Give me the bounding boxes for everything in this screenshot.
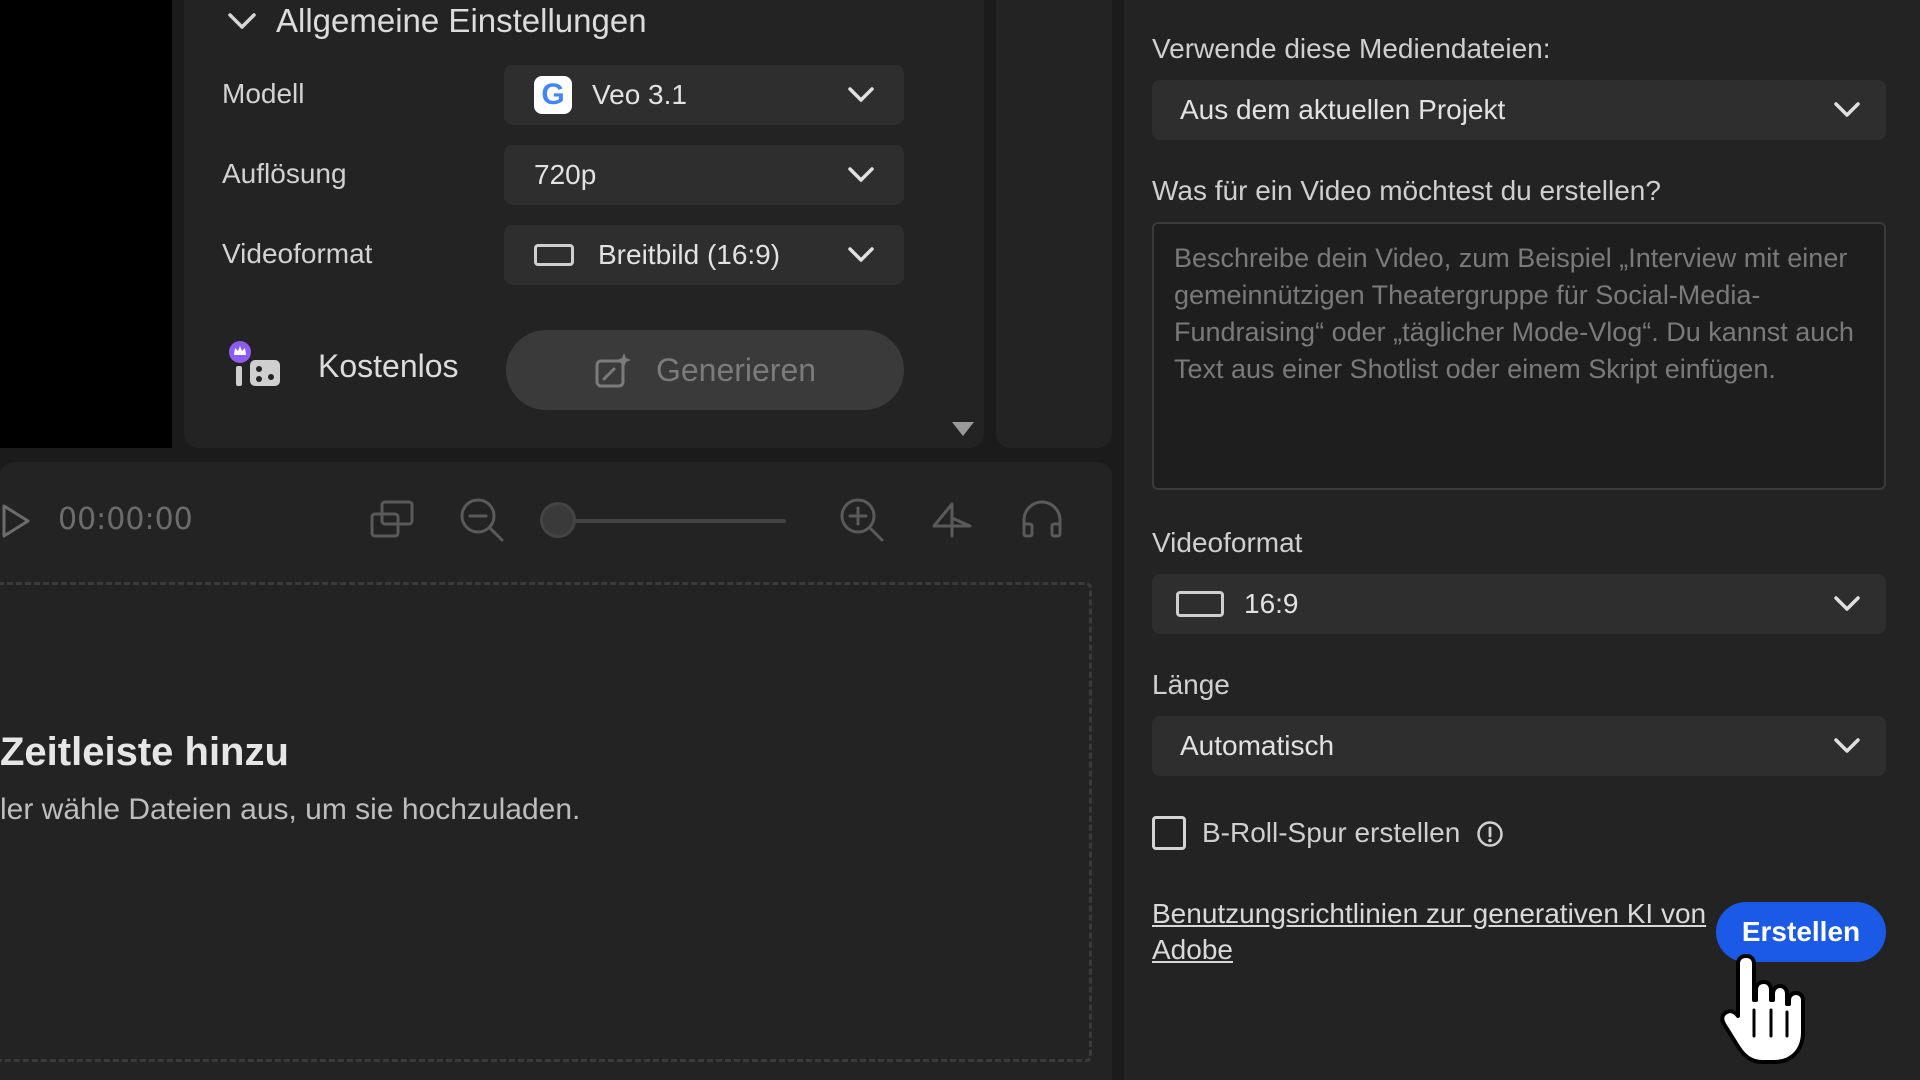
fit-icon[interactable] [368, 498, 416, 542]
video-format-label: Videoformat [1152, 527, 1303, 558]
model-select[interactable]: G Veo 3.1 [504, 65, 904, 125]
video-format-select[interactable]: 16:9 [1152, 574, 1886, 634]
media-source-select[interactable]: Aus dem aktuellen Projekt [1152, 80, 1886, 140]
dropzone-title: Zeitleiste hinzu [0, 730, 289, 774]
format-select[interactable]: Breitbild (16:9) [504, 225, 904, 285]
section-title: Allgemeine Einstellungen [276, 2, 647, 39]
credits-icon [229, 341, 280, 386]
chevron-down-icon [848, 247, 874, 262]
info-icon[interactable] [1476, 820, 1504, 848]
panel-divider [996, 0, 1112, 448]
video-preview [0, 0, 172, 448]
video-format-value: 16:9 [1244, 588, 1299, 619]
format-value: Breitbild (16:9) [598, 239, 781, 270]
zoom-slider-thumb[interactable] [540, 502, 576, 538]
chevron-down-icon [848, 87, 874, 102]
zoom-slider-track[interactable] [560, 519, 786, 523]
scroll-down-arrow[interactable] [950, 420, 976, 438]
credits-label: Kostenlos [318, 348, 459, 384]
chevron-down-icon [848, 167, 874, 182]
media-source-value: Aus dem aktuellen Projekt [1180, 94, 1506, 125]
broll-checkbox[interactable] [1152, 816, 1186, 850]
generate-label: Generieren [655, 351, 817, 388]
snap-icon[interactable] [928, 496, 976, 544]
zoom-out-icon[interactable] [458, 496, 506, 544]
prompt-label: Was für ein Video möchtest du erstellen? [1152, 175, 1661, 206]
zoom-in-icon[interactable] [838, 496, 886, 544]
dropzone-subtitle: ler wähle Dateien aus, um sie hochzulade… [0, 793, 581, 826]
generate-button[interactable]: Generieren [506, 330, 904, 410]
length-select[interactable]: Automatisch [1152, 716, 1886, 776]
model-label: Modell [222, 78, 305, 109]
generate-icon [595, 353, 631, 388]
audio-icon[interactable] [1018, 496, 1066, 544]
format-label: Videoformat [222, 238, 373, 269]
play-icon[interactable] [0, 503, 32, 539]
broll-label: B-Roll-Spur erstellen [1202, 817, 1461, 848]
google-logo-icon: G [534, 76, 572, 114]
timecode: 00:00:00 [58, 502, 193, 537]
section-header[interactable]: Allgemeine Einstellungen [228, 0, 647, 42]
length-value: Automatisch [1180, 730, 1335, 761]
media-source-label: Verwende diese Mediendateien: [1152, 33, 1551, 64]
prompt-textarea[interactable]: Beschreibe dein Video, zum Beispiel „Int… [1152, 222, 1886, 490]
chevron-down-icon [1834, 738, 1860, 753]
resolution-select[interactable]: 720p [504, 145, 904, 205]
chevron-down-icon [228, 13, 256, 29]
length-label: Länge [1152, 669, 1230, 700]
generative-ai-guidelines-link[interactable]: Benutzungsrichtlinien zur generativen KI… [1152, 896, 1712, 968]
resolution-label: Auflösung [222, 158, 347, 189]
hand-cursor-icon [1720, 954, 1805, 1064]
model-value: Veo 3.1 [592, 79, 687, 110]
aspect-ratio-icon [1176, 591, 1224, 617]
aspect-ratio-icon [534, 244, 574, 266]
chevron-down-icon [1834, 596, 1860, 611]
chevron-down-icon [1834, 102, 1860, 117]
resolution-value: 720p [534, 159, 597, 190]
